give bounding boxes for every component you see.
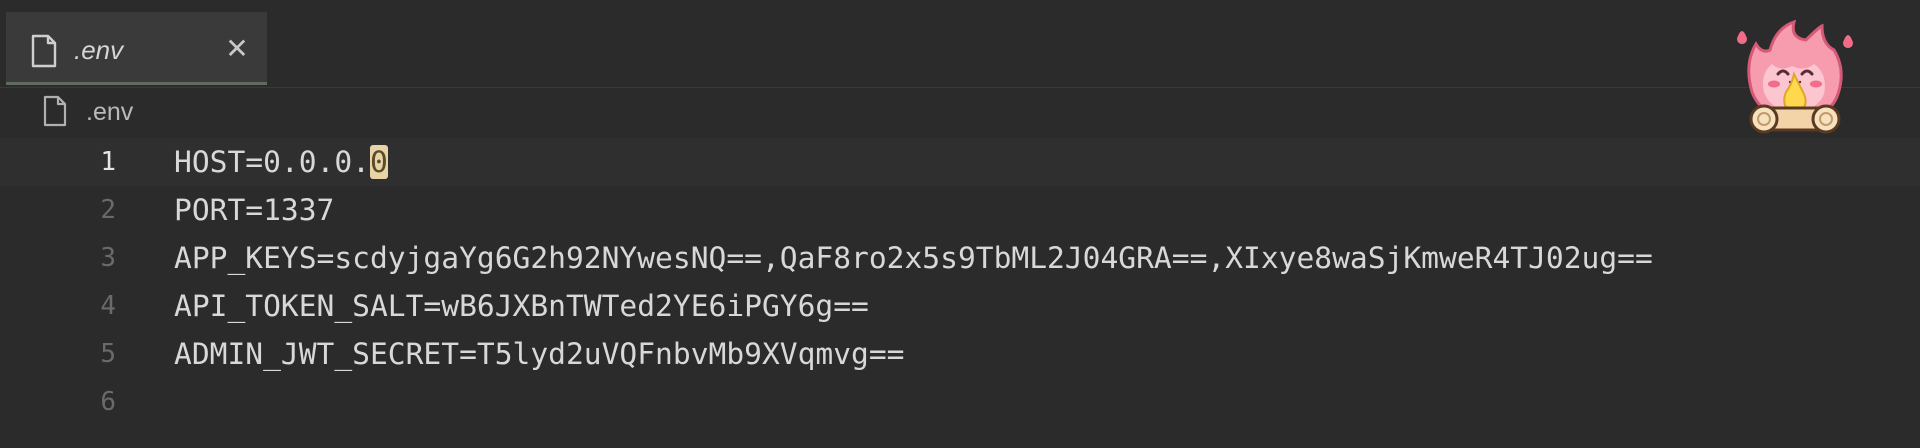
line-number: 1 — [100, 147, 116, 177]
code-line[interactable]: 6 — [0, 378, 1920, 426]
code-text-before-cursor: HOST=0.0.0. — [174, 145, 370, 179]
tab-title: .env — [74, 35, 124, 65]
code-text[interactable]: ADMIN_JWT_SECRET=T5lyd2uVQFnbvMb9XVqmvg=… — [174, 330, 905, 378]
tab-env[interactable]: .env ✕ — [6, 12, 267, 85]
code-line[interactable]: 1 HOST=0.0.0.0 — [0, 138, 1920, 186]
breadcrumb-label: .env — [86, 98, 134, 126]
code-line[interactable]: 4 API_TOKEN_SALT=wB6JXBnTWTed2YE6iPGY6g=… — [0, 282, 1920, 330]
code-text[interactable]: HOST=0.0.0.0 — [174, 138, 388, 186]
code-editor[interactable]: 1 HOST=0.0.0.0 2 PORT=1337 3 APP_KEYS=sc… — [0, 138, 1920, 448]
line-number: 6 — [100, 387, 116, 417]
campfire-mascot-icon — [1737, 19, 1853, 134]
code-text[interactable]: PORT=1337 — [174, 186, 334, 234]
code-text[interactable]: APP_KEYS=scdyjgaYg6G2h92NYwesNQ==,QaF8ro… — [174, 234, 1653, 282]
file-icon — [43, 95, 67, 127]
line-number: 5 — [100, 339, 116, 369]
code-line[interactable]: 2 PORT=1337 — [0, 186, 1920, 234]
line-number: 4 — [100, 291, 116, 321]
code-line[interactable]: 5 ADMIN_JWT_SECRET=T5lyd2uVQFnbvMb9XVqmv… — [0, 330, 1920, 378]
code-line[interactable]: 3 APP_KEYS=scdyjgaYg6G2h92NYwesNQ==,QaF8… — [0, 234, 1920, 282]
tab-bar: .env ✕ — [0, 0, 1920, 88]
close-icon[interactable]: ✕ — [222, 32, 252, 66]
code-text[interactable]: API_TOKEN_SALT=wB6JXBnTWTed2YE6iPGY6g== — [174, 282, 869, 330]
file-icon — [31, 34, 57, 68]
cursor-character: 0 — [370, 145, 388, 179]
line-number: 2 — [100, 195, 116, 225]
line-number: 3 — [100, 243, 116, 273]
